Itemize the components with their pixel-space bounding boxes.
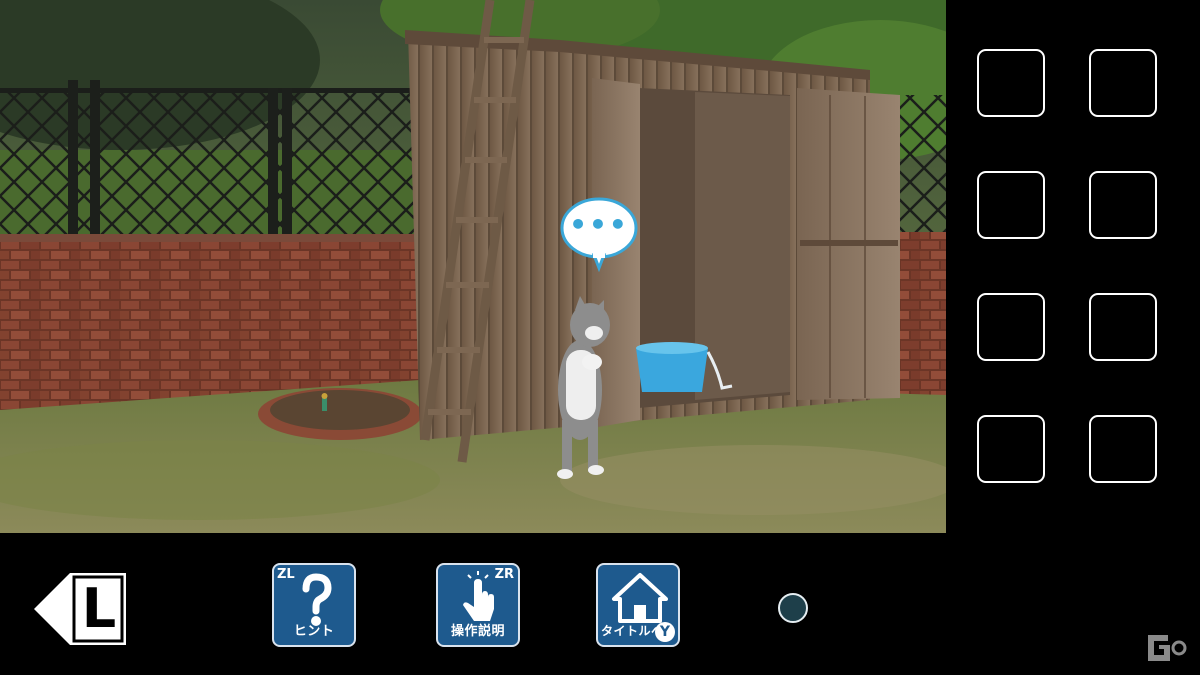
- inventory-slot-2[interactable]: [1089, 49, 1157, 117]
- inventory-panel: [946, 0, 1200, 533]
- game-scene[interactable]: •••: [0, 0, 946, 533]
- return-to-title-button[interactable]: タイトルへ Y: [596, 563, 680, 647]
- site-watermark-logo: [1148, 635, 1187, 661]
- inventory-slot-6[interactable]: [1089, 293, 1157, 361]
- inventory-slot-7[interactable]: [977, 415, 1045, 483]
- inventory-slot-8[interactable]: [1089, 415, 1157, 483]
- home-icon: [612, 573, 668, 623]
- controls-guide-label: 操作説明: [450, 624, 505, 639]
- back-button[interactable]: L: [32, 571, 130, 647]
- bottom-bar: L ZL ヒント ZR 操作説明 タイトルへ Y: [0, 533, 1200, 675]
- inventory-slot-1[interactable]: [977, 49, 1045, 117]
- scene-illustration: [0, 0, 946, 533]
- speech-bubble[interactable]: •••: [560, 196, 638, 272]
- speech-bubble-ellipsis: •••: [569, 208, 629, 241]
- back-key-label: L: [81, 577, 117, 640]
- inventory-slot-5[interactable]: [977, 293, 1045, 361]
- y-key-badge: Y: [655, 622, 675, 642]
- hint-label: ヒント: [293, 624, 335, 639]
- controls-guide-button[interactable]: ZR 操作説明: [436, 563, 520, 647]
- inventory-slot-3[interactable]: [977, 171, 1045, 239]
- inventory-slot-4[interactable]: [1089, 171, 1157, 239]
- hint-button[interactable]: ZL ヒント: [272, 563, 356, 647]
- page-indicator-dot: [778, 593, 808, 623]
